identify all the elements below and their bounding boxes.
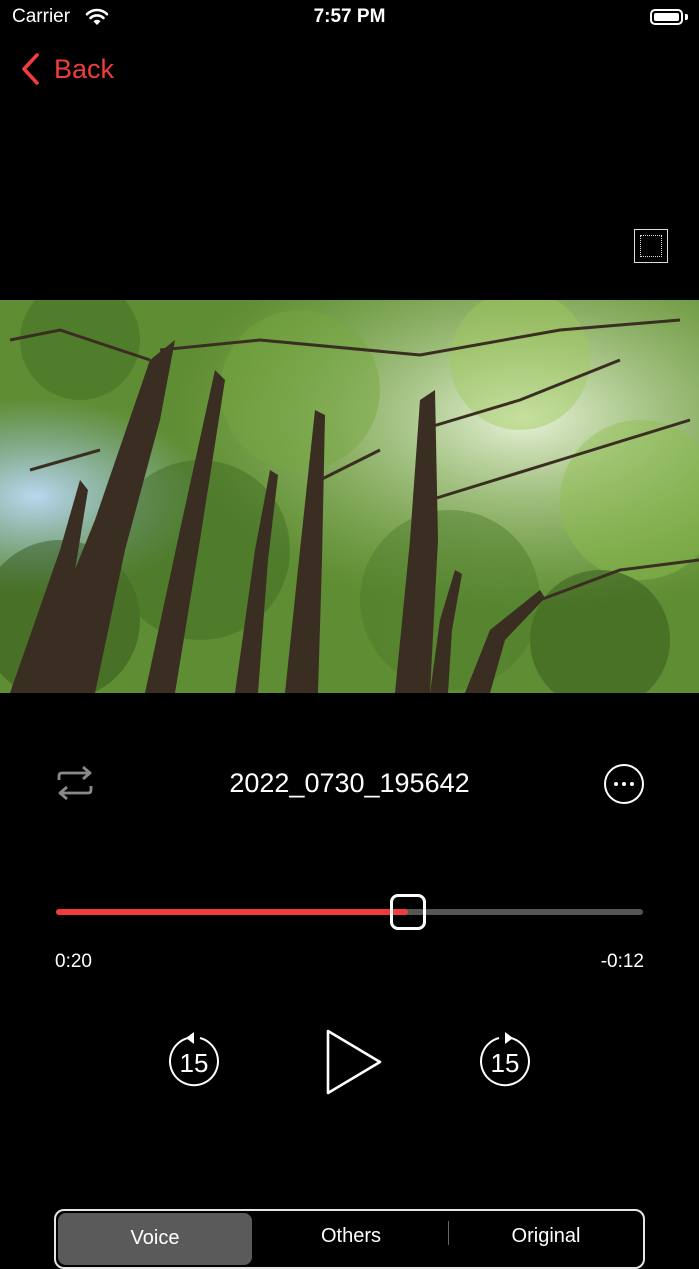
play-button[interactable] — [324, 1028, 384, 1096]
recording-title: 2022_0730_195642 — [229, 768, 470, 798]
progress-thumb[interactable] — [390, 894, 427, 930]
skip-forward-button[interactable]: 15 — [477, 1030, 533, 1090]
segment-original[interactable]: Original — [449, 1211, 643, 1267]
more-options-button[interactable] — [604, 764, 644, 804]
status-time: 7:57 PM — [313, 6, 386, 27]
chevron-left-icon — [22, 53, 39, 85]
segment-voice[interactable]: Voice — [58, 1213, 252, 1265]
remaining-time: -0:12 — [600, 951, 644, 972]
back-label: Back — [54, 53, 115, 84]
audio-mode-segmented-control[interactable]: Voice Others Original — [54, 1209, 645, 1269]
battery-cap — [685, 14, 688, 20]
pip-button[interactable] — [634, 229, 668, 263]
pip-icon — [640, 235, 662, 257]
segment-others[interactable]: Others — [254, 1211, 448, 1267]
elapsed-time: 0:20 — [55, 951, 92, 972]
video-view[interactable] — [0, 300, 699, 693]
progress-fill — [56, 909, 409, 915]
skip-back-button[interactable]: 15 — [166, 1030, 222, 1090]
ellipsis-icon — [614, 782, 618, 786]
back-button[interactable]: Back — [20, 52, 114, 86]
forest-video-thumbnail — [0, 300, 699, 693]
battery-icon — [650, 9, 683, 25]
skip-back-seconds: 15 — [179, 1048, 209, 1078]
skip-forward-seconds: 15 — [490, 1048, 520, 1078]
